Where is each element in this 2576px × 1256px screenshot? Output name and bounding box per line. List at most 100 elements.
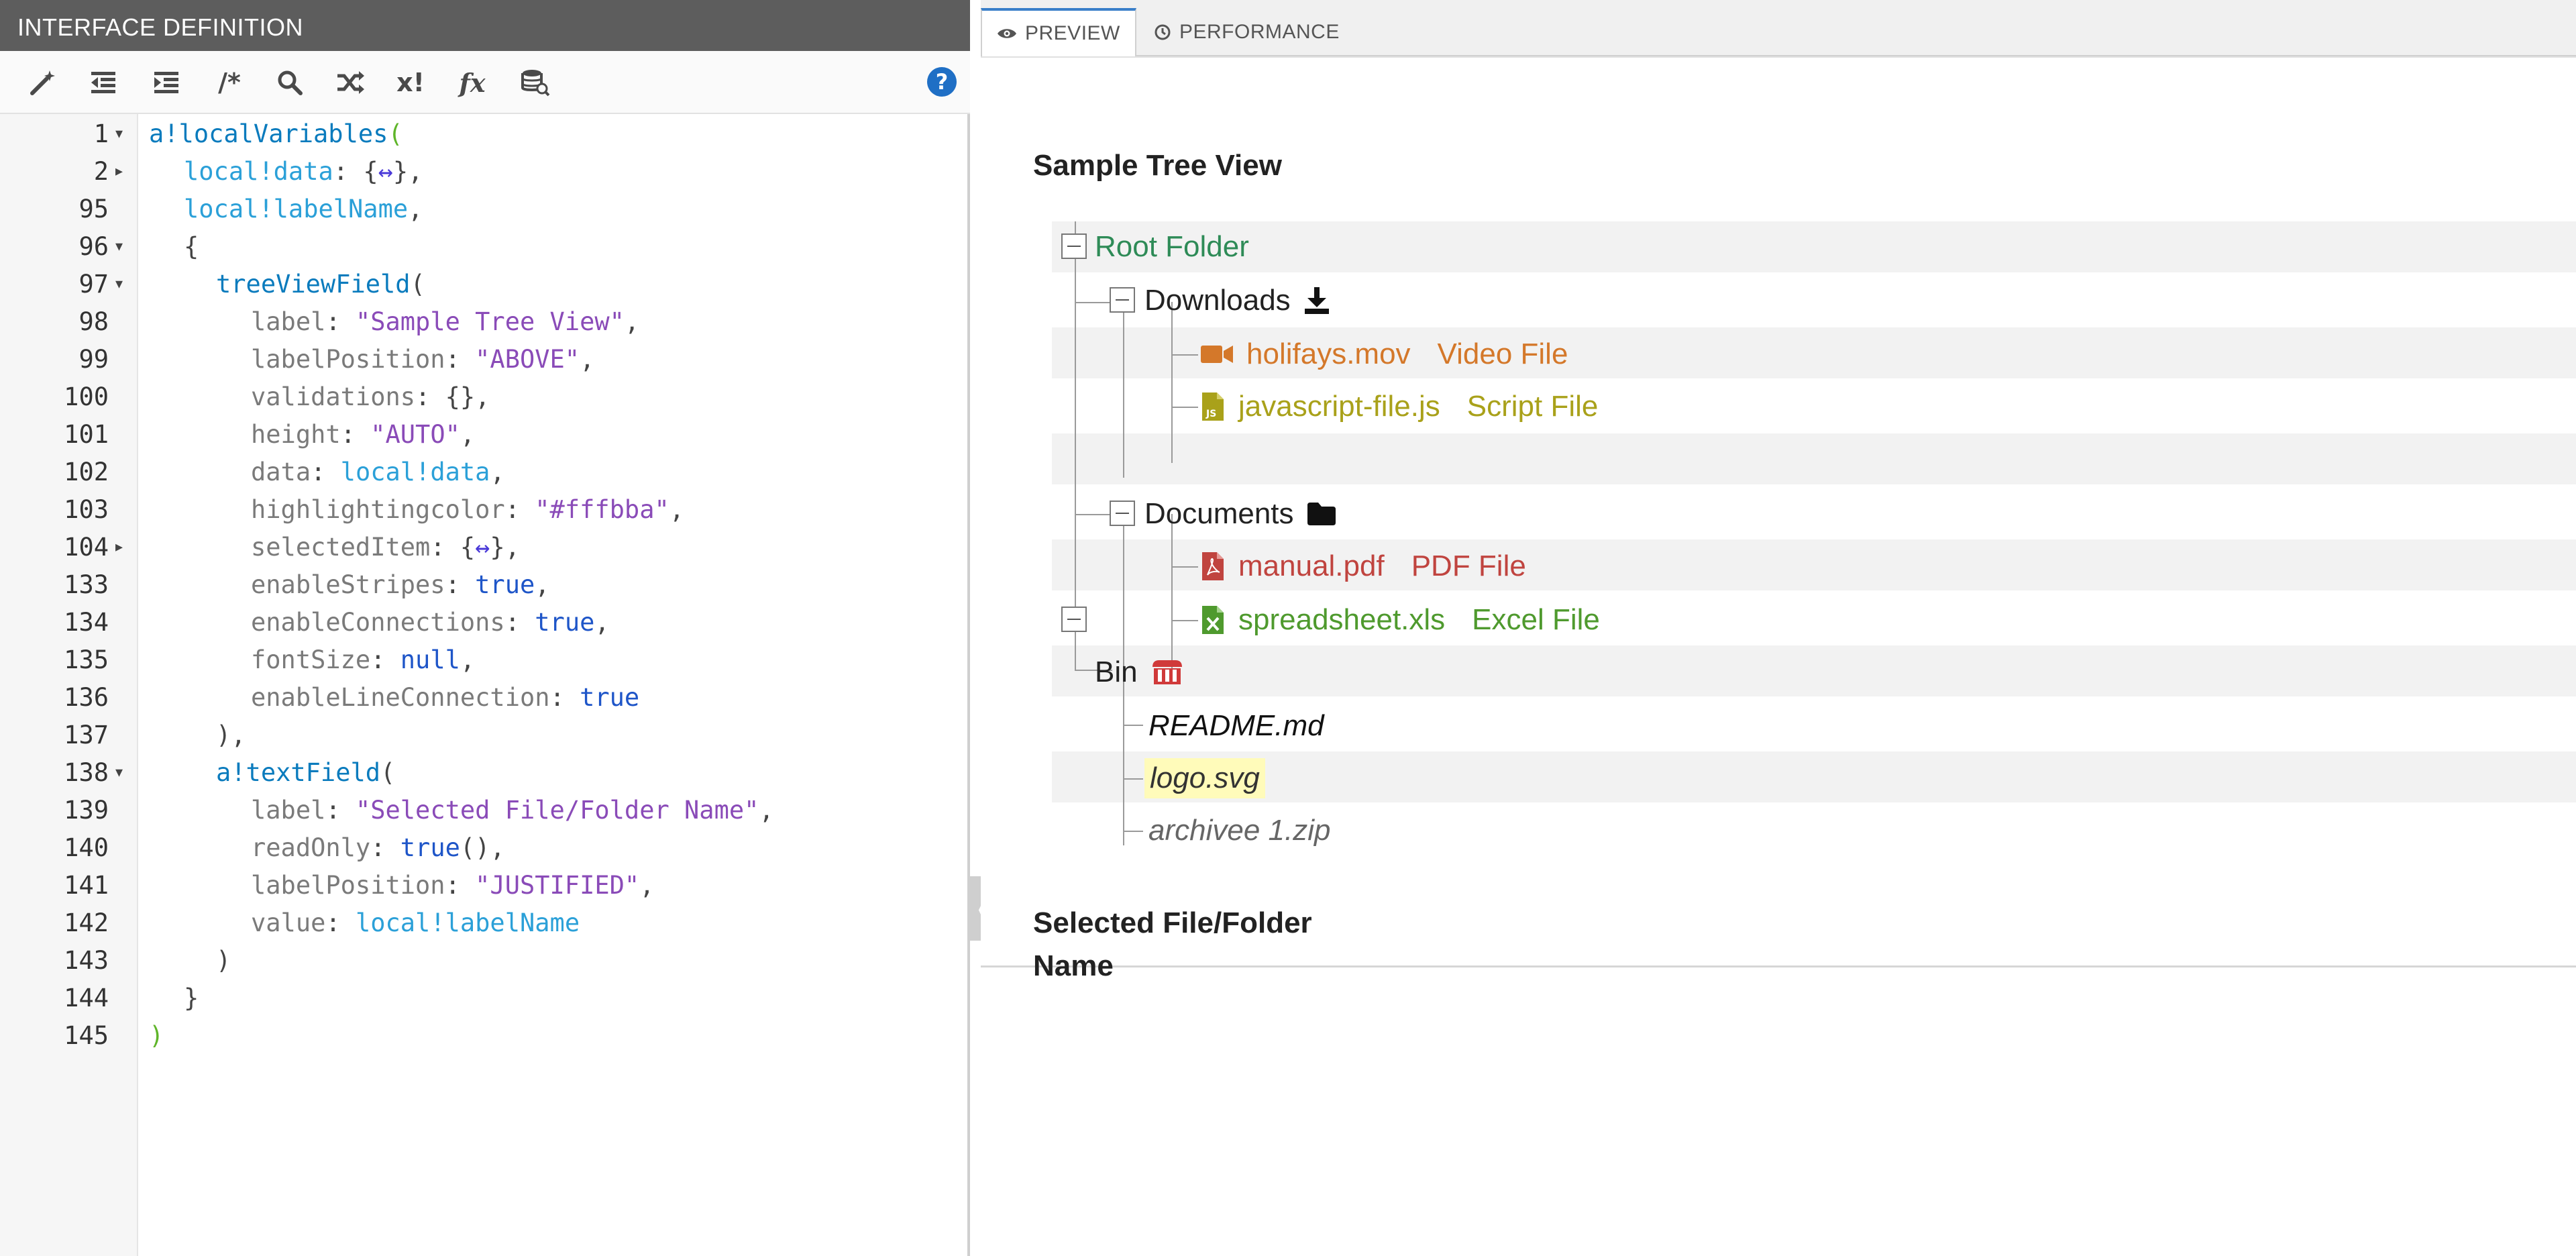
tab-preview[interactable]: PREVIEW bbox=[981, 8, 1136, 58]
line-number: 137 bbox=[64, 721, 109, 749]
code-line[interactable]: label: "Sample Tree View", bbox=[251, 303, 639, 341]
tree-connector bbox=[1123, 778, 1143, 780]
tree-node-javascript-file[interactable]: JS javascript-file.js Script File bbox=[1199, 386, 1598, 427]
code-editor[interactable]: a!localVariables( local!data: {↔}, local… bbox=[140, 114, 967, 1256]
pdf-file-icon bbox=[1199, 551, 1226, 582]
collapse-toggle-icon[interactable] bbox=[1110, 501, 1135, 526]
tree-node-description: Video File bbox=[1437, 337, 1568, 370]
code-line[interactable]: ), bbox=[216, 717, 246, 754]
tree-node-logo-svg[interactable]: logo.svg bbox=[1144, 758, 1265, 798]
tree-node-manual-pdf[interactable]: manual.pdf PDF File bbox=[1199, 546, 1526, 586]
editor-toolbar: /* x! fx bbox=[0, 51, 970, 114]
tree-node-label: manual.pdf bbox=[1238, 550, 1385, 582]
code-line[interactable]: treeViewField( bbox=[216, 266, 425, 303]
preview-tabs: PREVIEW PERFORMANCE bbox=[981, 0, 2576, 58]
magic-wand-icon[interactable] bbox=[24, 66, 62, 99]
fold-toggle-icon[interactable]: ▾ bbox=[115, 266, 133, 303]
code-line[interactable]: height: "AUTO", bbox=[251, 416, 475, 454]
line-number: 134 bbox=[64, 608, 109, 637]
tree-row-stripe bbox=[1052, 751, 2576, 802]
tree-node-downloads[interactable]: Downloads bbox=[1144, 280, 1331, 321]
tree-node-archive-zip[interactable]: archivee 1.zip bbox=[1148, 810, 1330, 851]
folder-icon bbox=[1306, 501, 1337, 527]
fold-toggle-icon[interactable]: ▸ bbox=[115, 529, 133, 566]
line-number: 144 bbox=[64, 984, 109, 1012]
line-number: 95 bbox=[78, 195, 109, 223]
code-line[interactable]: enableStripes: true, bbox=[251, 566, 550, 604]
tree-node-root-folder[interactable]: Root Folder bbox=[1095, 227, 1249, 267]
tree-node-spreadsheet-xls[interactable]: spreadsheet.xls Excel File bbox=[1199, 600, 1600, 640]
database-search-icon[interactable] bbox=[517, 66, 554, 99]
code-line[interactable]: labelPosition: "JUSTIFIED", bbox=[251, 867, 654, 904]
tree-connector bbox=[1123, 831, 1143, 832]
tree-node-description: Excel File bbox=[1472, 603, 1600, 636]
search-icon[interactable] bbox=[271, 66, 309, 99]
code-line[interactable]: a!localVariables( bbox=[149, 115, 403, 153]
svg-text:JS: JS bbox=[1205, 409, 1216, 419]
tree-node-label: Root Folder bbox=[1095, 230, 1249, 263]
js-file-icon: JS bbox=[1199, 391, 1226, 422]
fold-toggle-icon[interactable]: ▾ bbox=[115, 115, 133, 153]
excel-file-icon bbox=[1199, 605, 1226, 635]
function-icon[interactable]: fx bbox=[453, 66, 491, 99]
line-number: 140 bbox=[64, 833, 109, 862]
tree-node-label: holifays.mov bbox=[1246, 337, 1411, 370]
code-line[interactable]: validations: {}, bbox=[251, 378, 490, 416]
tree-node-label: Bin bbox=[1095, 656, 1138, 688]
code-line[interactable]: labelPosition: "ABOVE", bbox=[251, 341, 594, 378]
tree-node-description: PDF File bbox=[1411, 550, 1526, 582]
fold-toggle-icon[interactable]: ▸ bbox=[115, 153, 133, 191]
code-line[interactable]: label: "Selected File/Folder Name", bbox=[251, 792, 774, 829]
collapse-toggle-icon[interactable] bbox=[1110, 287, 1135, 313]
comment-icon[interactable]: /* bbox=[211, 66, 248, 99]
interface-definition-pane: INTERFACE DEFINITION /* x! fx ? 1 ▾ 2 ▸ 95… bbox=[0, 0, 970, 1256]
bin-icon bbox=[1150, 658, 1185, 687]
code-line[interactable]: ) bbox=[149, 1017, 164, 1055]
tree-connector bbox=[1123, 302, 1124, 478]
tree-connector bbox=[1171, 407, 1198, 408]
code-line[interactable]: enableLineConnection: true bbox=[251, 679, 639, 717]
tree-node-documents[interactable]: Documents bbox=[1144, 494, 1337, 534]
tree-node-holifays-mov[interactable]: holifays.mov Video File bbox=[1199, 334, 1568, 374]
code-line[interactable]: } bbox=[184, 980, 199, 1017]
indent-icon[interactable] bbox=[148, 66, 185, 99]
shuffle-icon[interactable] bbox=[331, 66, 369, 99]
code-line[interactable]: a!textField( bbox=[216, 754, 395, 792]
tab-performance[interactable]: PERFORMANCE bbox=[1139, 8, 1354, 56]
random-icon[interactable]: x! bbox=[392, 66, 429, 99]
code-line[interactable]: data: local!data, bbox=[251, 454, 505, 491]
fold-toggle-icon[interactable]: ▾ bbox=[115, 754, 133, 792]
tree-connector bbox=[1123, 725, 1143, 726]
code-line[interactable]: selectedItem: {↔}, bbox=[251, 529, 520, 566]
preview-content: Sample Tree View Root Folder Downloads h… bbox=[981, 56, 2576, 982]
code-line[interactable]: enableConnections: true, bbox=[251, 604, 610, 641]
code-line[interactable]: ) bbox=[216, 942, 231, 980]
tree-node-readme[interactable]: README.md bbox=[1148, 706, 1324, 746]
preview-pane: PREVIEW PERFORMANCE Sample Tree View Roo… bbox=[981, 0, 2576, 1256]
code-line[interactable]: local!data: {↔}, bbox=[184, 153, 423, 191]
code-line[interactable]: local!labelName, bbox=[184, 191, 423, 228]
code-line[interactable]: { bbox=[184, 228, 199, 266]
outdent-icon[interactable] bbox=[85, 66, 122, 99]
fold-toggle-icon[interactable]: ▾ bbox=[115, 228, 133, 266]
selected-name-label: Selected File/Folder Name bbox=[1033, 906, 1312, 982]
line-number: 141 bbox=[64, 871, 109, 900]
tree-node-bin[interactable]: Bin bbox=[1095, 652, 1185, 692]
tree-node-label: README.md bbox=[1148, 709, 1324, 742]
code-line[interactable]: highlightingcolor: "#fffbba", bbox=[251, 491, 684, 529]
tree-connector bbox=[1075, 221, 1076, 670]
collapse-toggle-icon[interactable] bbox=[1061, 233, 1087, 259]
code-line[interactable]: value: local!labelName bbox=[251, 904, 580, 942]
code-line[interactable]: readOnly: true(), bbox=[251, 829, 505, 867]
line-number: 133 bbox=[64, 570, 109, 599]
line-number: 138 bbox=[64, 758, 109, 787]
line-number: 145 bbox=[64, 1021, 109, 1050]
help-icon[interactable]: ? bbox=[927, 67, 957, 97]
tab-preview-label: PREVIEW bbox=[1025, 22, 1120, 44]
tree-connector bbox=[1171, 620, 1198, 621]
line-number: 104 bbox=[64, 533, 109, 562]
collapse-toggle-icon[interactable] bbox=[1061, 607, 1087, 632]
tree-row-stripe bbox=[1052, 645, 2576, 696]
code-line[interactable]: fontSize: null, bbox=[251, 641, 475, 679]
line-number: 99 bbox=[78, 345, 109, 374]
